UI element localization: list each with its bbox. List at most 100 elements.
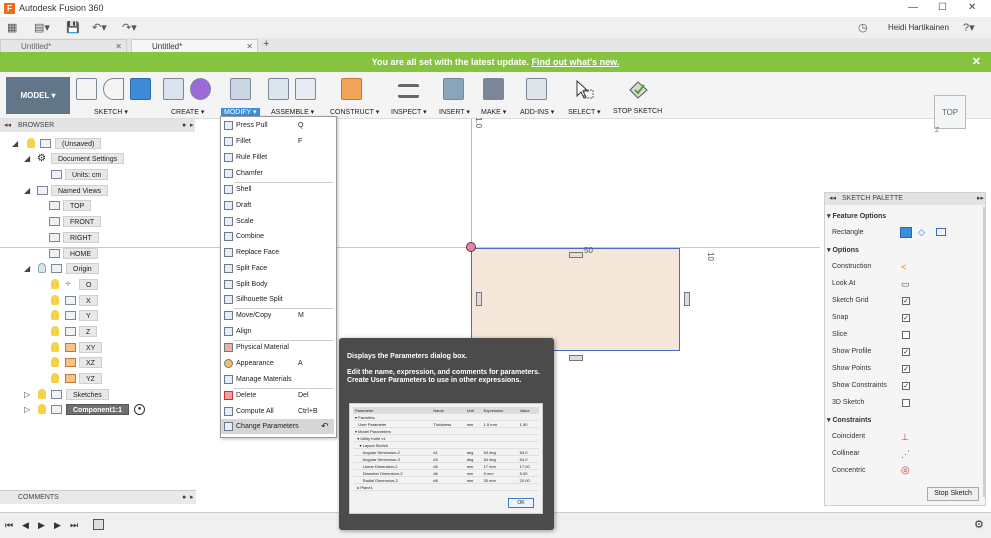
assemble-joint-icon[interactable] [268,78,289,100]
construct-menu[interactable]: CONSTRUCT ▾ [330,108,379,116]
visibility-bulb-icon[interactable] [27,138,35,148]
browser-plane-yz[interactable]: YZ [0,373,195,384]
save-icon[interactable]: 💾 [66,21,80,34]
redo-icon[interactable]: ↷▾ [122,21,137,34]
assemble-menu[interactable]: ASSEMBLE ▾ [271,108,314,116]
three-point-rectangle-icon[interactable]: ◇ [918,227,925,238]
timeline-forward-icon[interactable]: ▶ [54,520,61,531]
workspace-switcher[interactable]: MODEL ▾ [6,77,70,114]
menu-item-press-pull[interactable]: Press Pull Q [221,118,334,133]
close-update-icon[interactable]: ✕ [972,52,981,72]
menu-item-scale[interactable]: Scale [221,214,334,229]
visibility-bulb-icon[interactable] [38,404,46,414]
browser-root[interactable]: ◢ (Unsaved) [0,138,195,149]
visibility-bulb-icon[interactable] [51,373,59,383]
user-name[interactable]: Heidi Hartikainen [888,23,949,32]
timeline-start-icon[interactable]: ⏮ [5,520,13,531]
create-sphere-icon[interactable] [190,78,211,100]
rectangle-top-handle[interactable] [569,252,583,258]
rectangle-right-handle[interactable] [684,292,690,306]
browser-view-front[interactable]: FRONT [0,216,195,227]
browser-view-right[interactable]: RIGHT [0,232,195,243]
menu-item-split-body[interactable]: Split Body [221,277,334,292]
browser-sketches[interactable]: ▷ Sketches [0,389,195,400]
tab-untitled-2[interactable]: Untitled* ✕ [131,39,258,52]
timeline-sketch-feature-icon[interactable] [93,519,104,530]
browser-axis-y[interactable]: Y [0,310,195,321]
browser-units[interactable]: Units: cm [0,169,195,180]
palette-expand-icon[interactable]: ▸▸ [977,193,984,205]
browser-menu-icon[interactable]: ▸ [190,119,194,132]
sketch-rectangle[interactable] [471,248,680,351]
show-profile-checkbox[interactable]: ✓ [902,348,910,356]
browser-axis-z[interactable]: Z [0,326,195,337]
inspect-menu[interactable]: INSPECT ▾ [391,108,427,116]
browser-origin[interactable]: ◢ Origin [0,263,195,274]
activate-component-icon[interactable]: ● [134,404,145,415]
grid-menu-icon[interactable]: ▦ [7,21,17,34]
menu-item-split-face[interactable]: Split Face [221,261,334,276]
menu-item-chamfer[interactable]: Chamfer [221,166,334,181]
constraints-section[interactable]: ▾ Constraints [827,416,871,424]
insert-menu[interactable]: INSERT ▾ [439,108,470,116]
new-tab-icon[interactable]: + [263,38,269,50]
browser-component[interactable]: ▷ Component1:1 ● [0,404,195,415]
visibility-bulb-icon[interactable] [51,342,59,352]
expand-arrow-icon[interactable]: ◢ [24,185,30,196]
browser-toggle-icon[interactable]: ● [182,119,186,132]
help-icon[interactable]: ?▾ [963,21,975,34]
sketch-menu[interactable]: SKETCH ▾ [94,108,128,116]
menu-item-change-parameters[interactable]: Change Parameters ↶ [221,419,334,434]
minimize-button[interactable]: — [908,2,918,13]
menu-item-fillet[interactable]: Fillet F [221,134,334,149]
expand-arrow-icon[interactable]: ◢ [24,153,30,164]
visibility-bulb-icon[interactable] [51,279,59,289]
look-at-icon[interactable]: ▭ [901,280,911,289]
undo-icon[interactable]: ↶▾ [92,21,107,34]
timeline-play-icon[interactable]: ▶ [38,520,45,531]
expand-arrow-icon[interactable]: ◢ [24,263,30,274]
browser-origin-point[interactable]: ✛ O [0,279,195,290]
make-3dprint-icon[interactable] [483,78,504,100]
menu-item-silhouette-split[interactable]: Silhouette Split [221,292,334,307]
visibility-bulb-icon[interactable] [51,310,59,320]
browser-document-settings[interactable]: ◢ ⚙ Document Settings [0,153,195,164]
show-constraints-checkbox[interactable]: ✓ [902,382,910,390]
show-points-checkbox[interactable]: ✓ [902,365,910,373]
concentric-icon[interactable]: ◎ [901,466,911,476]
menu-item-delete[interactable]: Delete Del [221,388,334,403]
addins-scripts-icon[interactable] [526,78,547,100]
slice-checkbox[interactable] [902,331,910,339]
menu-item-shell[interactable]: Shell [221,182,334,197]
make-menu[interactable]: MAKE ▾ [481,108,506,116]
modify-menu[interactable]: MODIFY ▾ [221,108,260,116]
options-section[interactable]: ▾ Options [827,246,859,254]
stop-sketch-palette-button[interactable]: Stop Sketch [927,487,979,501]
menu-item-physical-material[interactable]: Physical Material [221,340,334,355]
visibility-bulb-icon[interactable] [38,263,46,273]
insert-image-icon[interactable] [443,78,464,100]
3d-sketch-checkbox[interactable] [902,399,910,407]
stop-sketch-button[interactable]: STOP SKETCH [613,108,662,115]
browser-view-home[interactable]: HOME [0,248,195,259]
timeline-settings-gear-icon[interactable]: ⚙ [974,518,984,531]
construction-icon[interactable]: < [901,263,911,272]
browser-plane-xy[interactable]: XY [0,342,195,353]
collapse-palette-icon[interactable]: ◂◂ [829,193,836,205]
sketch-create-icon[interactable] [76,78,97,100]
view-cube[interactable]: TOP [934,95,966,129]
palette-scrollbar[interactable] [983,207,986,497]
rectangle-bottom-handle[interactable] [569,355,583,361]
menu-item-move-copy[interactable]: Move/Copy M [221,308,334,323]
visibility-bulb-icon[interactable] [51,326,59,336]
sketch-grid-checkbox[interactable]: ✓ [902,297,910,305]
restore-button[interactable]: ☐ [938,2,947,13]
modify-presspull-icon[interactable] [230,78,251,100]
whats-new-link[interactable]: Find out what's new. [532,57,620,67]
tab-untitled-1[interactable]: Untitled* ✕ [0,39,127,52]
select-arrow-icon[interactable] [573,78,594,100]
create-menu[interactable]: CREATE ▾ [171,108,204,116]
menu-item-replace-face[interactable]: Replace Face [221,245,334,260]
timeline-back-icon[interactable]: ◀ [22,520,29,531]
create-box-icon[interactable] [163,78,184,100]
